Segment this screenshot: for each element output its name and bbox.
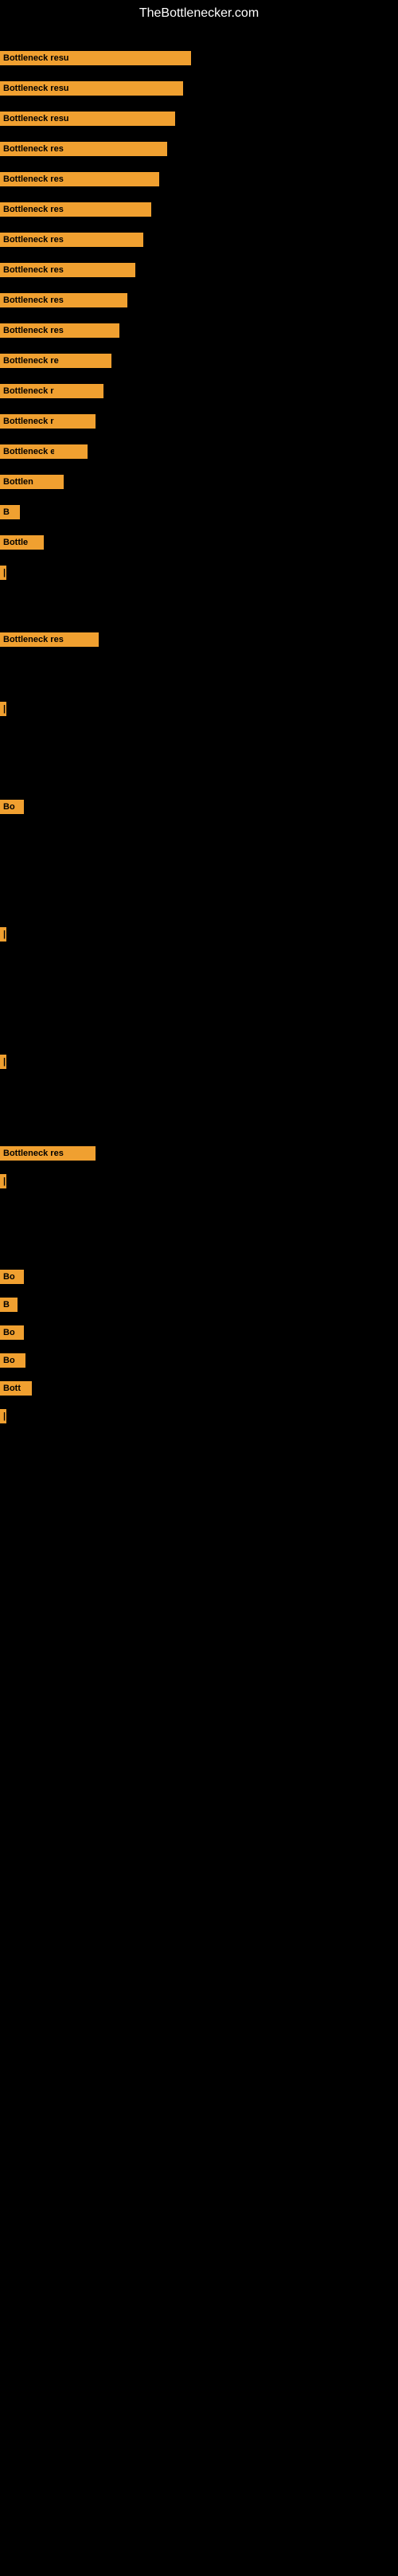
bar-item: Bottleneck r [0, 384, 103, 398]
bar-item: B [0, 1298, 18, 1312]
bar-item: Bottleneck resu [0, 112, 175, 126]
bar-fill [72, 172, 159, 186]
bar-item: Bottleneck res [0, 323, 119, 338]
bar-item: Bottleneck res [0, 142, 167, 156]
bar-item: | [0, 702, 6, 716]
bar-item: Bo [0, 1325, 24, 1340]
bar-fill [38, 475, 64, 489]
bar-item: | [0, 1409, 6, 1423]
bar-label: Bottleneck res [0, 323, 68, 338]
bar-label: Bottleneck res [0, 263, 70, 277]
bar-label: Bottleneck resu [0, 112, 76, 126]
bar-item: Bottleneck res [0, 632, 99, 647]
bar-label: Bo [0, 1353, 18, 1368]
bar-fill [68, 632, 99, 647]
bar-label: Bottleneck res [0, 632, 68, 647]
bar-label: Bottleneck resu [0, 51, 76, 65]
bar-fill [72, 142, 167, 156]
bar-item: | [0, 927, 6, 942]
bar-item: Bottleneck e [0, 444, 88, 459]
bar-item: Bott [0, 1381, 32, 1396]
bar-label: Bo [0, 1325, 18, 1340]
bar-label: Bottleneck re [0, 354, 64, 368]
bar-item: | [0, 1055, 6, 1069]
bar-fill [18, 800, 24, 814]
bar-label: Bottleneck r [0, 384, 59, 398]
bar-label: Bottleneck e [0, 444, 54, 459]
bar-label: Bott [0, 1381, 22, 1396]
bar-label: | [0, 1409, 6, 1423]
bar-fill [76, 51, 191, 65]
bar-fill [18, 1325, 24, 1340]
bar-label: | [0, 1174, 6, 1188]
bar-fill [68, 323, 119, 338]
bar-item: Bottleneck res [0, 1146, 96, 1161]
bar-item: Bottleneck resu [0, 81, 183, 96]
bar-label: B [0, 1298, 14, 1312]
bar-fill [72, 202, 151, 217]
bar-label: Bottleneck r [0, 414, 59, 429]
bar-label: Bottle [0, 535, 32, 550]
bar-item: Bottleneck r [0, 414, 96, 429]
bar-fill [59, 414, 96, 429]
bar-fill [18, 1270, 24, 1284]
bar-label: | [0, 927, 6, 942]
bar-fill [70, 263, 135, 277]
bar-label: | [0, 566, 6, 580]
bar-item: Bottleneck res [0, 172, 159, 186]
bar-fill [32, 535, 44, 550]
bar-item: Bo [0, 800, 24, 814]
bar-label: Bo [0, 1270, 18, 1284]
bar-fill [54, 444, 88, 459]
bar-item: Bo [0, 1270, 24, 1284]
bar-fill [64, 354, 111, 368]
bar-label: Bottleneck res [0, 293, 68, 307]
bar-fill [14, 1298, 18, 1312]
bar-fill [70, 233, 143, 247]
bar-label: Bottleneck res [0, 202, 72, 217]
bar-label: Bottleneck res [0, 1146, 68, 1161]
bar-item: Bottleneck res [0, 233, 143, 247]
bar-fill [76, 112, 175, 126]
bar-item: Bottleneck res [0, 202, 151, 217]
bar-fill [59, 384, 103, 398]
bar-label: Bo [0, 800, 18, 814]
bar-item: Bo [0, 1353, 25, 1368]
site-title: TheBottlenecker.com [0, 0, 398, 27]
bar-item: Bottleneck res [0, 263, 135, 277]
bar-item: | [0, 566, 6, 580]
bar-fill [22, 1381, 32, 1396]
bar-fill [14, 505, 20, 519]
bar-label: Bottlen [0, 475, 38, 489]
bar-fill [68, 1146, 96, 1161]
bar-item: Bottleneck re [0, 354, 111, 368]
bar-item: | [0, 1174, 6, 1188]
bar-item: Bottleneck resu [0, 51, 191, 65]
bar-label: | [0, 1055, 6, 1069]
bar-fill [18, 1353, 25, 1368]
bar-item: B [0, 505, 20, 519]
bar-item: Bottleneck res [0, 293, 127, 307]
bar-label: B [0, 505, 14, 519]
bar-label: Bottleneck res [0, 172, 72, 186]
bar-label: Bottleneck res [0, 233, 70, 247]
bar-label: | [0, 702, 6, 716]
bar-label: Bottleneck resu [0, 81, 76, 96]
bar-fill [68, 293, 127, 307]
bar-item: Bottle [0, 535, 44, 550]
bar-item: Bottlen [0, 475, 64, 489]
bar-fill [76, 81, 183, 96]
bar-label: Bottleneck res [0, 142, 72, 156]
